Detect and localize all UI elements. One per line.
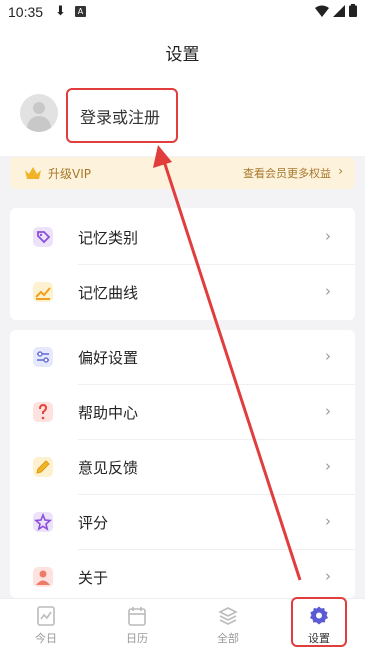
title-bar: 设置 — [0, 26, 365, 76]
tag-icon — [33, 227, 53, 247]
vip-benefits-link[interactable]: 查看会员更多权益 — [243, 165, 331, 181]
menu-item-label: 记忆曲线 — [78, 284, 139, 302]
status-time: 10:35 — [8, 4, 44, 20]
chevron-right-icon: › — [338, 164, 343, 178]
person-icon — [33, 567, 53, 587]
tab-today[interactable]: 今日 — [11, 603, 81, 649]
menu-item-help-center[interactable]: 帮助中心 › — [10, 385, 355, 440]
menu-item-preferences[interactable]: 偏好设置 › — [10, 330, 355, 385]
today-icon — [37, 606, 55, 626]
battery-icon — [349, 4, 357, 17]
tab-all[interactable]: 全部 — [193, 603, 263, 649]
avatar[interactable] — [20, 94, 58, 132]
menu-item-memory-category[interactable]: 记忆类别 › — [10, 210, 355, 265]
vip-banner[interactable]: 升级VIP 查看会员更多权益 › — [10, 157, 355, 189]
chart-icon — [33, 282, 53, 302]
menu-card-2: 偏好设置 › 帮助中心 › 意见反馈 › 评分 › 关于 › — [10, 330, 355, 598]
sliders-icon — [33, 347, 53, 367]
tab-label: 全部 — [217, 632, 239, 645]
avatar-body-shape — [27, 116, 51, 132]
chevron-right-icon: › — [325, 457, 331, 475]
question-icon — [33, 402, 53, 422]
avatar-head-shape — [33, 102, 45, 114]
menu-card-1: 记忆类别 › 记忆曲线 › — [10, 208, 355, 320]
app-notification-icon: A — [75, 6, 86, 17]
status-bar: 10:35 ⬇ A — [0, 0, 365, 26]
menu-item-label: 意见反馈 — [78, 459, 139, 477]
pencil-icon — [33, 457, 53, 477]
chevron-right-icon: › — [325, 402, 331, 420]
tab-label: 日历 — [126, 632, 148, 645]
chevron-right-icon: › — [325, 512, 331, 530]
menu-item-label: 帮助中心 — [78, 404, 139, 422]
signal-icon — [333, 4, 345, 17]
download-icon: ⬇ — [55, 4, 66, 19]
wifi-icon — [315, 5, 329, 17]
chevron-right-icon: › — [325, 347, 331, 365]
menu-item-label: 记忆类别 — [78, 229, 139, 247]
crown-icon — [25, 167, 41, 179]
menu-item-label: 评分 — [78, 514, 109, 532]
menu-item-label: 关于 — [78, 569, 109, 587]
tab-calendar[interactable]: 日历 — [102, 603, 172, 649]
status-icons — [315, 4, 357, 17]
menu-item-feedback[interactable]: 意见反馈 › — [10, 440, 355, 495]
menu-item-memory-curve[interactable]: 记忆曲线 › — [10, 265, 355, 320]
tab-label: 今日 — [35, 632, 57, 645]
profile-section[interactable]: 登录或注册 — [0, 76, 365, 156]
menu-item-rating[interactable]: 评分 › — [10, 495, 355, 550]
chevron-right-icon: › — [325, 282, 331, 300]
layers-icon — [218, 607, 238, 625]
calendar-icon — [128, 607, 146, 626]
page-title: 设置 — [165, 45, 200, 65]
chevron-right-icon: › — [325, 227, 331, 245]
menu-item-label: 偏好设置 — [78, 349, 139, 367]
vip-upgrade-label: 升级VIP — [48, 167, 91, 181]
annotation-highlight-settings-tab — [291, 597, 347, 647]
annotation-highlight-login — [66, 88, 178, 143]
chevron-right-icon: › — [325, 567, 331, 585]
star-icon — [33, 512, 53, 532]
